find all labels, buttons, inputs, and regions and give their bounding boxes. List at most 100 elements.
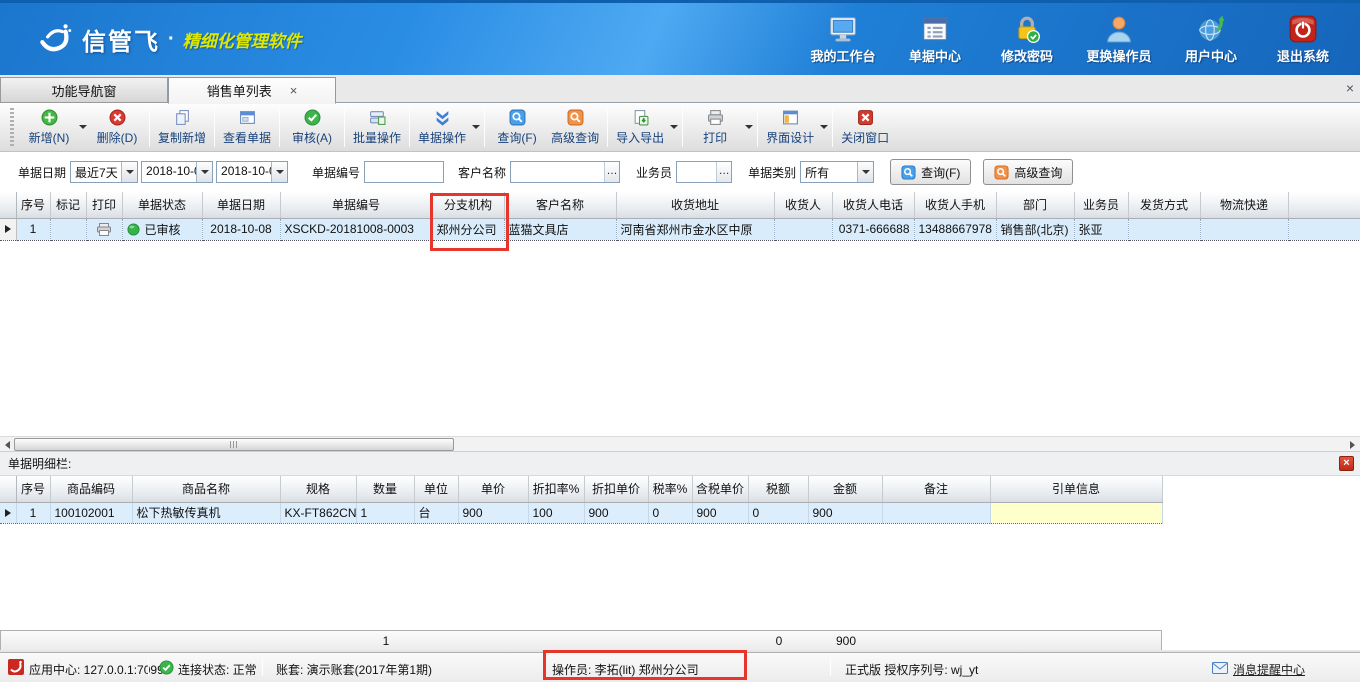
col-receiver[interactable]: 收货人	[774, 192, 832, 218]
advanced-query-filter-button[interactable]: 高级查询	[983, 159, 1073, 185]
tab-sales-order-list[interactable]: 销售单列表 ×	[168, 77, 336, 104]
dcell-ref-info	[990, 502, 1162, 523]
dcol-tax-rate[interactable]: 税率%	[648, 476, 692, 502]
doc-type-combo[interactable]: 所有	[800, 161, 874, 183]
advanced-query-button[interactable]: 高级查询	[546, 105, 604, 149]
dcol-tax-price[interactable]: 含税单价	[692, 476, 748, 502]
dcol-spec[interactable]: 规格	[280, 476, 356, 502]
customer-filter-label: 客户名称	[458, 164, 506, 181]
status-text: 已审核	[145, 221, 181, 238]
view-document-button[interactable]: 查看单据	[218, 105, 276, 149]
col-seq[interactable]: 序号	[16, 192, 50, 218]
col-ship-method[interactable]: 发货方式	[1128, 192, 1200, 218]
scroll-right-icon[interactable]	[1346, 438, 1359, 451]
import-export-button[interactable]: 导入导出	[611, 105, 669, 149]
col-status[interactable]: 单据状态	[122, 192, 202, 218]
col-branch[interactable]: 分支机构	[432, 192, 504, 218]
change-password-button[interactable]: 修改密码	[984, 14, 1070, 65]
tab-function-nav[interactable]: 功能导航窗	[0, 77, 168, 103]
document-operation-caret-icon[interactable]	[471, 105, 481, 149]
customer-lookup-icon[interactable]: …	[604, 162, 619, 182]
add-button[interactable]: 新增(N)	[20, 105, 78, 149]
col-date[interactable]: 单据日期	[202, 192, 280, 218]
import-export-caret-icon[interactable]	[669, 105, 679, 149]
dcol-name[interactable]: 商品名称	[132, 476, 280, 502]
audit-button[interactable]: 审核(A)	[283, 105, 341, 149]
action-label: 我的工作台	[810, 46, 875, 65]
dcol-amount[interactable]: 金额	[808, 476, 882, 502]
printer-icon	[707, 109, 724, 126]
message-center-link[interactable]: 消息提醒中心	[1233, 661, 1305, 678]
add-dropdown-caret-icon[interactable]	[78, 105, 88, 149]
date-to-combo[interactable]: 2018-10-08	[216, 161, 288, 183]
user-center-button[interactable]: 用户中心	[1168, 14, 1254, 65]
dcol-ref-info[interactable]: 引单信息	[990, 476, 1162, 502]
date-preset-combo[interactable]: 最近7天	[70, 161, 138, 183]
button-label: 关闭窗口	[841, 129, 889, 146]
col-phone[interactable]: 收货人电话	[832, 192, 914, 218]
scroll-left-icon[interactable]	[1, 438, 14, 451]
customer-input[interactable]	[511, 162, 604, 182]
detail-panel-header: 单据明细栏: ×	[0, 452, 1360, 476]
dcol-discount-price[interactable]: 折扣单价	[584, 476, 648, 502]
date-from-combo[interactable]: 2018-10-01	[141, 161, 213, 183]
salesman-input[interactable]	[677, 162, 716, 182]
dcol-code[interactable]: 商品编码	[50, 476, 132, 502]
document-center-icon	[920, 14, 950, 44]
tab-close-icon[interactable]: ×	[290, 85, 298, 97]
dcol-qty[interactable]: 数量	[356, 476, 414, 502]
scrollbar-thumb[interactable]	[14, 438, 454, 451]
document-operation-button[interactable]: 单据操作	[413, 105, 471, 149]
col-logistics[interactable]: 物流快递	[1200, 192, 1288, 218]
ui-design-caret-icon[interactable]	[819, 105, 829, 149]
col-mark[interactable]: 标记	[50, 192, 86, 218]
col-mobile[interactable]: 收货人手机	[914, 192, 996, 218]
app-header: 信管飞 · 精细化管理软件 我的工作台 单据中心 修改密码	[0, 0, 1360, 75]
tab-strip: 功能导航窗 销售单列表 × ×	[0, 75, 1360, 103]
batch-operation-button[interactable]: 批量操作	[348, 105, 406, 149]
copy-new-button[interactable]: 复制新增	[153, 105, 211, 149]
tabstrip-close-icon[interactable]: ×	[1346, 81, 1354, 95]
dcell-tax-rate: 0	[648, 502, 692, 523]
combo-caret-icon[interactable]	[121, 162, 137, 182]
col-department[interactable]: 部门	[996, 192, 1074, 218]
delete-button[interactable]: 删除(D)	[88, 105, 146, 149]
query-button[interactable]: 查询(F)	[488, 105, 546, 149]
dcol-tax[interactable]: 税额	[748, 476, 808, 502]
horizontal-scrollbar[interactable]	[0, 436, 1360, 452]
cell-branch: 郑州分公司	[432, 218, 504, 240]
dcol-price[interactable]: 单价	[458, 476, 528, 502]
col-salesman[interactable]: 业务员	[1074, 192, 1128, 218]
dcol-discount-rate[interactable]: 折扣率%	[528, 476, 584, 502]
row-marker-icon	[5, 509, 11, 517]
query-icon	[509, 109, 526, 126]
detail-row[interactable]: 1 100102001 松下热敏传真机 KX-FT862CN 1 台 900 1…	[0, 502, 1162, 523]
dcol-seq[interactable]: 序号	[16, 476, 50, 502]
toolbar-grip-handle[interactable]	[10, 108, 14, 146]
cell-print[interactable]	[86, 218, 122, 240]
print-button[interactable]: 打印	[686, 105, 744, 149]
col-customer[interactable]: 客户名称	[504, 192, 616, 218]
salesman-lookup-icon[interactable]: …	[716, 162, 731, 182]
col-print[interactable]: 打印	[86, 192, 122, 218]
close-window-button[interactable]: 关闭窗口	[836, 105, 894, 149]
print-caret-icon[interactable]	[744, 105, 754, 149]
combo-caret-icon[interactable]	[271, 162, 287, 182]
combo-caret-icon[interactable]	[196, 162, 212, 182]
col-doc-no[interactable]: 单据编号	[280, 192, 432, 218]
dcol-note[interactable]: 备注	[882, 476, 990, 502]
doc-no-input[interactable]	[365, 162, 443, 182]
switch-operator-button[interactable]: 更换操作员	[1076, 14, 1162, 65]
ui-design-button[interactable]: 界面设计	[761, 105, 819, 149]
workbench-button[interactable]: 我的工作台	[800, 14, 886, 65]
row-marker-header	[0, 476, 16, 502]
query-filter-button[interactable]: 查询(F)	[890, 159, 971, 185]
col-address[interactable]: 收货地址	[616, 192, 774, 218]
exit-system-button[interactable]: 退出系统	[1260, 14, 1346, 65]
table-row[interactable]: 1 已审核 2018-10-08 XSCKD-20181008-0003 郑州分…	[0, 218, 1360, 240]
combo-caret-icon[interactable]	[857, 162, 873, 182]
document-center-button[interactable]: 单据中心	[892, 14, 978, 65]
sales-order-table: 序号 标记 打印 单据状态 单据日期 单据编号 分支机构 客户名称 收货地址 收…	[0, 192, 1360, 241]
dcol-unit[interactable]: 单位	[414, 476, 458, 502]
detail-close-icon[interactable]: ×	[1339, 456, 1354, 471]
